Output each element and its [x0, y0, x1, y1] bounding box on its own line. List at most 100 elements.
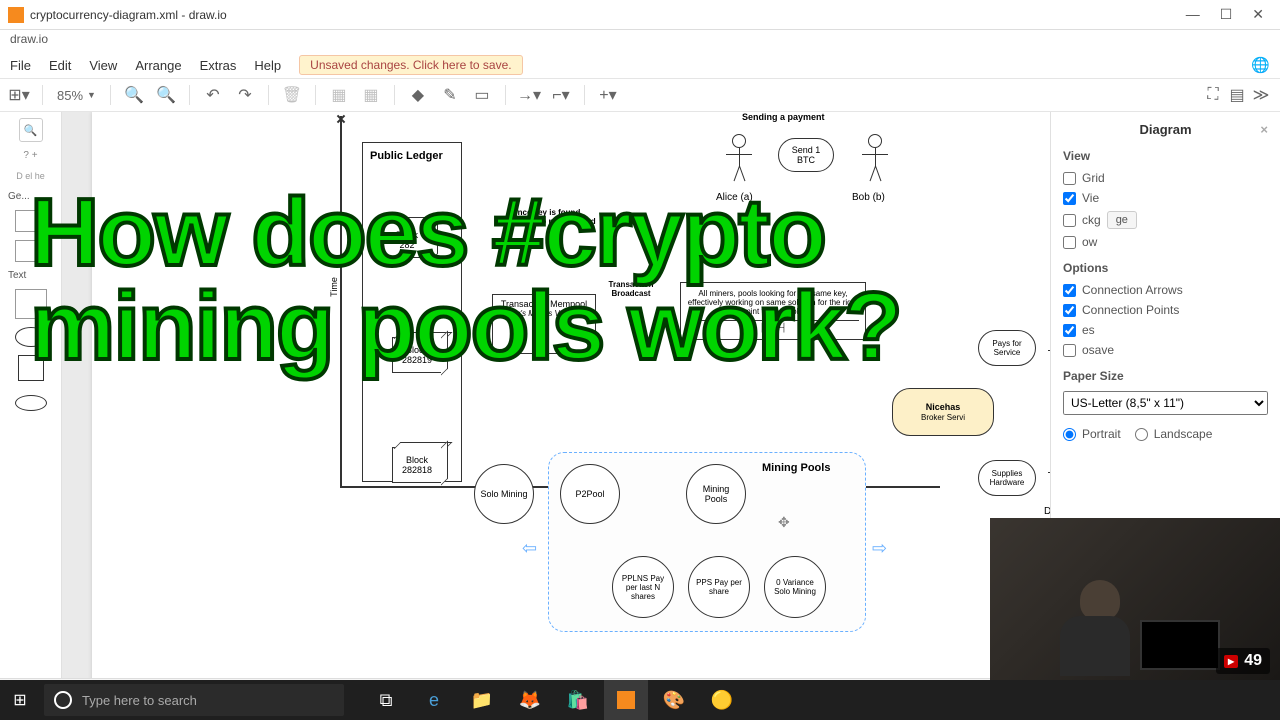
menu-edit[interactable]: Edit — [49, 58, 71, 73]
block-cube-1[interactable]: Block282 — [382, 222, 432, 258]
minimize-button[interactable]: — — [1186, 6, 1200, 23]
public-ledger-box[interactable] — [362, 142, 462, 482]
landscape-radio[interactable]: Landscape — [1135, 427, 1213, 441]
p2pool-circle[interactable]: P2Pool — [560, 464, 620, 524]
undo-icon[interactable]: ↶ — [204, 86, 222, 104]
format-panel-icon[interactable]: ▤ — [1228, 86, 1246, 104]
buyer-figure[interactable] — [1046, 330, 1050, 386]
drawio-taskbar-icon[interactable] — [604, 680, 648, 720]
guides-checkbox[interactable]: es — [1063, 323, 1268, 337]
menu-view[interactable]: View — [89, 58, 117, 73]
toolbar: ⊞▾ 85% ▼ 🔍 🔍 ↶ ↷ 🗑 ▦ ▦ ◆ ✎ ▭ →▾ ⌐▾ +▾ ⛶ … — [0, 78, 1280, 112]
to-front-icon[interactable]: ▦ — [330, 86, 348, 104]
pageview-checkbox[interactable]: Vie — [1063, 191, 1268, 205]
zvar-circle[interactable]: 0 Variance Solo Mining — [764, 556, 826, 618]
webcam-overlay: ▶ 49 — [990, 518, 1280, 680]
app-subtitle: draw.io — [0, 30, 1280, 52]
paper-section-title: Paper Size — [1063, 369, 1268, 383]
store-icon[interactable]: 🛍️ — [556, 680, 600, 720]
canvas-area[interactable]: Time Public Ledger Block282 Block282819 … — [62, 112, 1050, 678]
start-button[interactable]: ⊞ — [0, 680, 40, 720]
resize-handle-left[interactable]: ⇦ — [522, 538, 537, 559]
send-btc-cloud[interactable]: Send 1 BTC — [778, 138, 834, 172]
edge-icon[interactable]: e — [412, 680, 456, 720]
nicehash-cloud[interactable]: NicehasBroker Servi — [892, 388, 994, 436]
public-ledger-label: Public Ledger — [370, 150, 443, 162]
alice-figure[interactable] — [724, 134, 754, 190]
shadow-icon[interactable]: ▭ — [473, 86, 491, 104]
redo-icon[interactable]: ↷ — [236, 86, 254, 104]
collapse-icon[interactable]: ≫ — [1252, 86, 1270, 104]
solo-mining-circle[interactable]: Solo Mining — [474, 464, 534, 524]
maximize-button[interactable]: ☐ — [1220, 6, 1233, 23]
shape-square[interactable] — [18, 355, 44, 381]
key-found-label: Once key is found, broadcast to network … — [492, 208, 602, 226]
grid-checkbox[interactable]: Grid — [1063, 171, 1268, 185]
save-warning-button[interactable]: Unsaved changes. Click here to save. — [299, 55, 522, 75]
autosave-checkbox[interactable]: osave — [1063, 343, 1268, 357]
explorer-icon[interactable]: 📁 — [460, 680, 504, 720]
conn-arrows-checkbox[interactable]: Connection Arrows — [1063, 283, 1268, 297]
windows-taskbar: ⊞ Type here to search ⧉ e 📁 🦊 🛍️ 🎨 🟡 — [0, 680, 1280, 720]
shape-rect[interactable] — [15, 210, 47, 232]
zoom-control[interactable]: 85% ▼ — [57, 88, 96, 103]
fill-icon[interactable]: ◆ — [409, 86, 427, 104]
add-icon[interactable]: +▾ — [599, 86, 617, 104]
shape-ellipse[interactable] — [15, 327, 47, 347]
chrome-icon[interactable]: 🟡 — [700, 680, 744, 720]
tx-broadcast-label: Transaction Broadcast — [596, 280, 666, 298]
shape-rect-2[interactable] — [15, 240, 47, 262]
sending-payment-label: Sending a payment — [742, 112, 825, 122]
menu-extras[interactable]: Extras — [200, 58, 237, 73]
block-cube-2[interactable]: Block282819 — [392, 337, 442, 373]
shape-ellipse-2[interactable] — [15, 395, 47, 411]
bob-figure[interactable] — [860, 134, 890, 190]
delete-icon[interactable]: 🗑 — [283, 86, 301, 104]
category-general[interactable]: Ge... — [4, 191, 30, 202]
taskbar-search[interactable]: Type here to search — [44, 684, 344, 716]
block-cube-3[interactable]: Block282818 — [392, 447, 442, 483]
layout-icon[interactable]: ⊞▾ — [10, 86, 28, 104]
waypoint-icon[interactable]: ⌐▾ — [552, 86, 570, 104]
menu-arrange[interactable]: Arrange — [135, 58, 181, 73]
close-button[interactable]: ✕ — [1252, 6, 1264, 23]
menu-help[interactable]: Help — [254, 58, 281, 73]
mining-pools-circle[interactable]: Mining Pools — [686, 464, 746, 524]
drag-hint: D el he — [14, 169, 47, 183]
connection-icon[interactable]: →▾ — [520, 86, 538, 104]
shape-preview[interactable] — [15, 289, 47, 319]
shape-search-button[interactable]: 🔍 — [19, 118, 43, 142]
mempool-box[interactable]: Transaction Mempool n Tx's Miners Valida… — [492, 294, 596, 354]
move-cursor-icon: ✥ — [778, 514, 790, 531]
pplns-circle[interactable]: PPLNS Pay per last N shares — [612, 556, 674, 618]
menu-file[interactable]: File — [10, 58, 31, 73]
fullscreen-icon[interactable]: ⛶ — [1204, 86, 1222, 104]
resize-handle-right[interactable]: ⇨ — [872, 538, 887, 559]
background-checkbox[interactable]: ckg ge — [1063, 211, 1268, 229]
paper-size-select[interactable]: US-Letter (8,5" x 11") — [1063, 391, 1268, 415]
app-icon-2[interactable]: 🎨 — [652, 680, 696, 720]
to-back-icon[interactable]: ▦ — [362, 86, 380, 104]
dave-figure[interactable] — [1046, 452, 1050, 508]
miners-note[interactable]: All miners, pools looking for the same k… — [680, 282, 866, 340]
line-color-icon[interactable]: ✎ — [441, 86, 459, 104]
shape-text-label[interactable]: Text — [4, 270, 26, 281]
mining-pools-title: Mining Pools — [762, 462, 830, 474]
change-bg-button[interactable]: ge — [1107, 211, 1137, 229]
pays-service-cloud[interactable]: Pays for Service — [978, 330, 1036, 366]
shadow-checkbox[interactable]: ow — [1063, 235, 1268, 249]
options-section-title: Options — [1063, 261, 1268, 275]
task-view-icon[interactable]: ⧉ — [364, 680, 408, 720]
conn-points-checkbox[interactable]: Connection Points — [1063, 303, 1268, 317]
supplies-hw-cloud[interactable]: Supplies Hardware — [978, 460, 1036, 496]
portrait-radio[interactable]: Portrait — [1063, 427, 1121, 441]
language-icon[interactable]: 🌐 — [1251, 56, 1270, 74]
subscriber-badge: ▶ 49 — [1216, 648, 1270, 674]
panel-close-icon[interactable]: × — [1260, 122, 1268, 137]
zoom-out-icon[interactable]: 🔍 — [157, 86, 175, 104]
view-section-title: View — [1063, 149, 1268, 163]
firefox-icon[interactable]: 🦊 — [508, 680, 552, 720]
pps-circle[interactable]: PPS Pay per share — [688, 556, 750, 618]
zoom-in-icon[interactable]: 🔍 — [125, 86, 143, 104]
drawing-canvas[interactable]: Time Public Ledger Block282 Block282819 … — [92, 112, 1050, 678]
